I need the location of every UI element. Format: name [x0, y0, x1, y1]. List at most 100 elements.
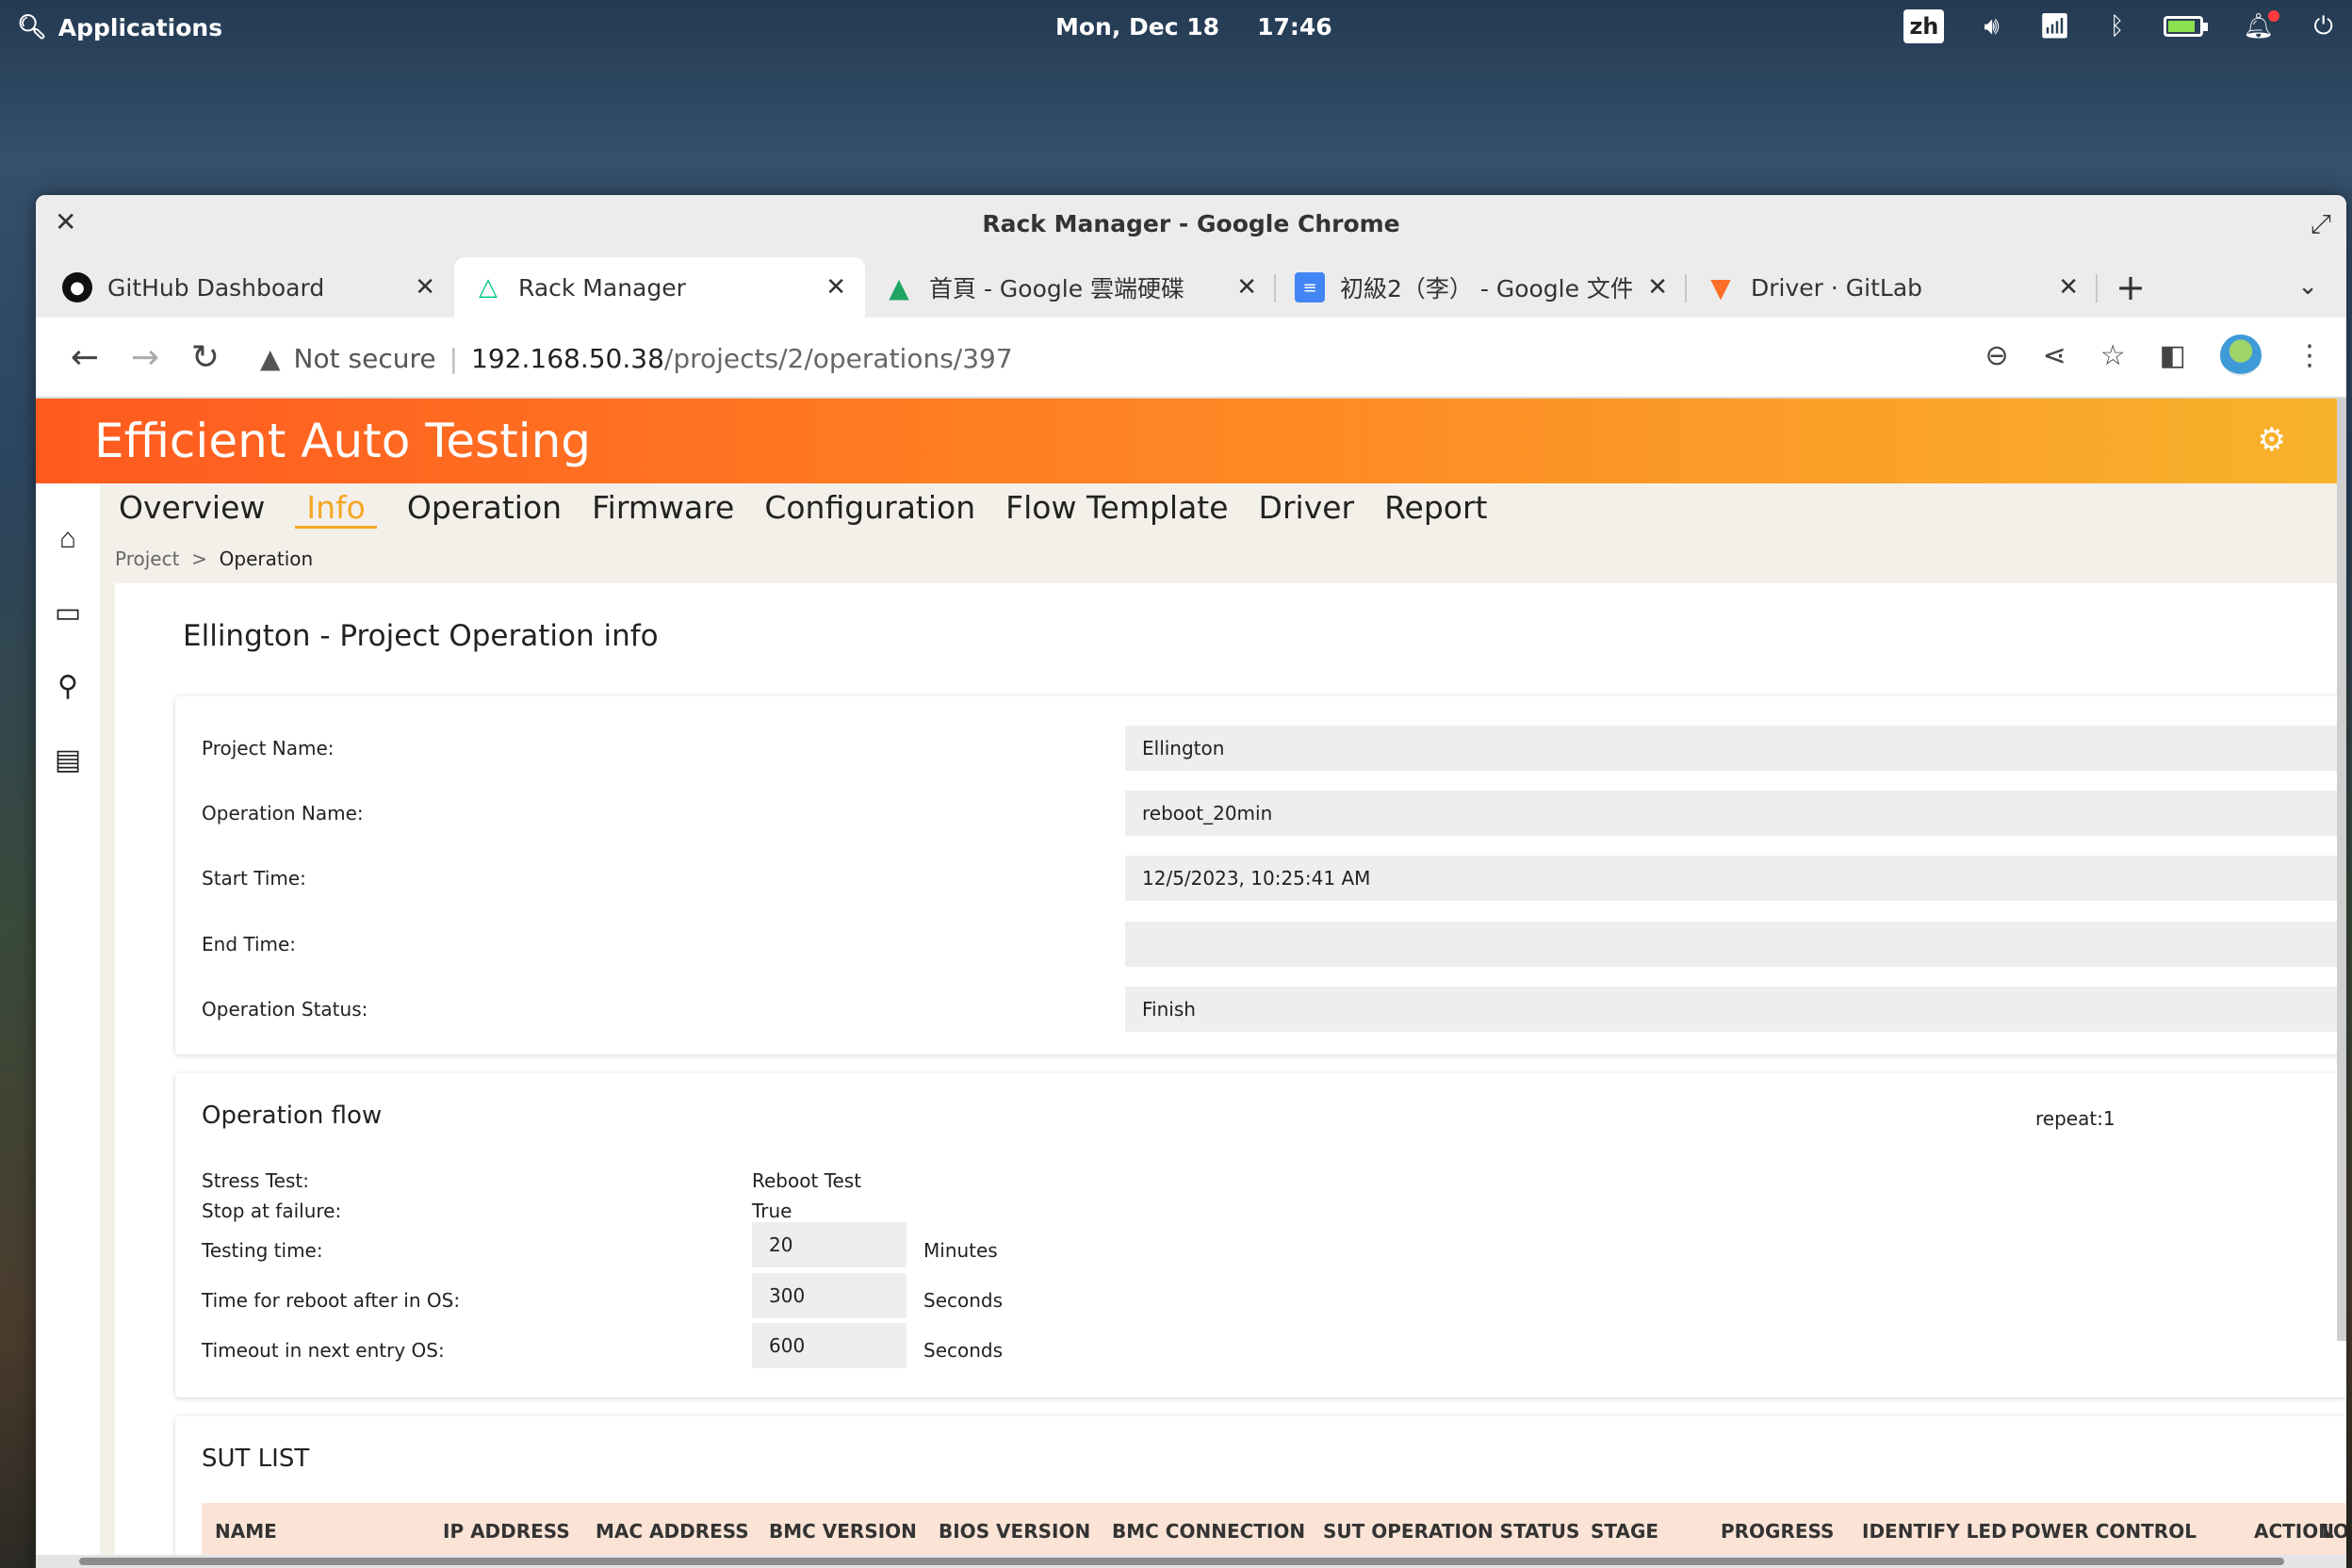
reboot-time-label: Time for reboot after in OS: [202, 1289, 461, 1312]
tab-close-icon[interactable]: ✕ [825, 273, 846, 302]
stress-test-value: Reboot Test [752, 1169, 862, 1192]
battery-icon[interactable] [2164, 16, 2209, 37]
column-header[interactable]: NAME [215, 1520, 277, 1543]
url-text[interactable]: 192.168.50.38/projects/2/operations/397 [471, 343, 1013, 374]
column-header[interactable]: MAC ADDRESS [596, 1520, 749, 1543]
search-icon[interactable]: ⚲ [36, 649, 100, 723]
column-header[interactable]: STAGE [1591, 1520, 1658, 1543]
forward-button[interactable]: → [115, 338, 175, 377]
menu-info[interactable]: Info [295, 489, 377, 529]
clock[interactable]: Mon, Dec 18 17:46 [1055, 13, 1332, 41]
tab-rack-manager[interactable]: △ Rack Manager ✕ [454, 257, 865, 318]
tab-google-docs[interactable]: ≡ 初級2（李） - Google 文件 ✕ [1276, 257, 1687, 318]
column-header[interactable]: BMC CONNECTION [1112, 1520, 1305, 1543]
clipboard-icon[interactable]: ▤ [36, 723, 100, 796]
breadcrumb-project[interactable]: Project [115, 547, 179, 570]
github-icon: ● [62, 272, 92, 302]
battery-fill [2168, 21, 2195, 32]
info-row-operation-name: Operation Name: reboot_20min [202, 790, 2346, 837]
applications-menu[interactable]: 🔍︎ Applications [17, 13, 222, 41]
info-label: End Time: [202, 933, 297, 956]
testing-time-label: Testing time: [202, 1239, 323, 1262]
reboot-time-unit: Seconds [923, 1289, 1004, 1312]
menu-configuration[interactable]: Configuration [764, 489, 975, 529]
menu-report[interactable]: Report [1384, 489, 1487, 529]
profile-avatar[interactable] [2220, 335, 2262, 376]
more-menu-icon[interactable]: ⋮ [2295, 339, 2324, 372]
info-row-operation-status: Operation Status: Finish [202, 986, 2346, 1033]
monitor-icon[interactable]: ▭ [36, 576, 100, 649]
toolbar-actions: ⊖ ⋖ ☆ ◧ ⋮ [1984, 335, 2324, 376]
app-header: Efficient Auto Testing ⚙ [36, 399, 2346, 483]
vertical-scrollbar[interactable] [2337, 399, 2346, 1341]
search-icon: 🔍︎ [17, 13, 47, 41]
start-time-field: 12/5/2023, 10:25:41 AM [1125, 856, 2346, 901]
tab-close-icon[interactable]: ✕ [415, 273, 435, 302]
bluetooth-icon[interactable]: ᛒ [2110, 12, 2125, 41]
tab-close-icon[interactable]: ✕ [1236, 273, 1257, 302]
app-brand-title[interactable]: Efficient Auto Testing [94, 414, 591, 468]
volume-icon[interactable]: 🔊︎ [1984, 12, 1999, 41]
bookmark-star-icon[interactable]: ☆ [2100, 339, 2126, 372]
menu-overview[interactable]: Overview [119, 489, 265, 529]
new-tab-button[interactable]: + [2098, 257, 2164, 318]
back-button[interactable]: ← [55, 338, 115, 377]
input-method-indicator[interactable]: zh [1903, 9, 1945, 43]
menu-firmware[interactable]: Firmware [592, 489, 734, 529]
repeat-count: repeat:1 [2035, 1107, 2115, 1130]
column-header[interactable]: BIOS VERSION [939, 1520, 1090, 1543]
menu-flow-template[interactable]: Flow Template [1005, 489, 1228, 529]
wifi-icon[interactable]: 📶︎ [2039, 12, 2070, 41]
reload-button[interactable]: ↻ [175, 338, 236, 377]
zoom-icon[interactable]: ⊖ [1984, 339, 2008, 372]
maximize-icon[interactable]: ⤢ [2311, 208, 2331, 240]
column-header[interactable]: LO [2322, 1520, 2346, 1543]
tab-close-icon[interactable]: ✕ [1647, 273, 1668, 302]
address-bar[interactable]: ▲ Not secure | 192.168.50.38/projects/2/… [260, 331, 2050, 385]
column-header[interactable]: SUT OPERATION STATUS [1323, 1520, 1579, 1543]
side-panel-icon[interactable]: ◧ [2160, 339, 2186, 372]
column-header[interactable]: PROGRESS [1721, 1520, 1834, 1543]
url-host: 192.168.50.38 [471, 342, 664, 374]
column-header[interactable]: IP ADDRESS [443, 1520, 570, 1543]
info-row-end-time: End Time: [202, 921, 2346, 968]
column-header[interactable]: BMC VERSION [769, 1520, 917, 1543]
reboot-time-field: 300 [752, 1273, 906, 1318]
info-row-project-name: Project Name: Ellington [202, 725, 2346, 772]
tab-title: 初級2（李） - Google 文件 [1340, 275, 1633, 302]
gitlab-icon: ▼ [1710, 271, 1731, 303]
applications-label: Applications [57, 13, 223, 41]
horizontal-scrollbar[interactable] [36, 1555, 2346, 1568]
share-icon[interactable]: ⋖ [2043, 339, 2066, 372]
stop-at-failure-value: True [752, 1200, 792, 1222]
tab-title: GitHub Dashboard [107, 273, 325, 302]
tab-title: Driver · GitLab [1751, 273, 1923, 302]
notification-bell-icon[interactable]: 🔔︎ [2243, 10, 2280, 41]
tab-google-drive[interactable]: ▲ 首頁 - Google 雲端硬碟 ✕ [865, 257, 1276, 318]
window-titlebar: ✕ Rack Manager - Google Chrome ⤢ [36, 195, 2346, 253]
power-icon[interactable]: ⏻ [2313, 12, 2333, 41]
home-icon[interactable]: ⌂ [36, 502, 100, 576]
end-time-field [1125, 922, 2346, 967]
menu-operation[interactable]: Operation [407, 489, 562, 529]
menu-driver[interactable]: Driver [1259, 489, 1355, 529]
settings-gear-icon[interactable]: ⚙ [2258, 421, 2286, 459]
column-header[interactable]: POWER CONTROL [2011, 1520, 2197, 1543]
tab-search-chevron-icon[interactable]: ⌄ [2297, 272, 2318, 301]
warning-icon[interactable]: ▲ [260, 343, 281, 374]
testing-time-unit: Minutes [923, 1239, 998, 1262]
breadcrumb-current: Operation [219, 547, 314, 570]
chrome-window: ✕ Rack Manager - Google Chrome ⤢ ● GitHu… [36, 195, 2346, 1568]
scrollbar-thumb[interactable] [79, 1558, 2284, 1565]
tab-close-icon[interactable]: ✕ [2058, 273, 2079, 302]
timeout-label: Timeout in next entry OS: [202, 1339, 445, 1362]
tab-github-dashboard[interactable]: ● GitHub Dashboard ✕ [43, 257, 454, 318]
window-title: Rack Manager - Google Chrome [982, 210, 1400, 237]
operation-name-field: reboot_20min [1125, 791, 2346, 836]
operation-flow-card: Operation flow repeat:1 Stress Test: Reb… [175, 1073, 2346, 1397]
project-name-field: Ellington [1125, 726, 2346, 771]
security-label[interactable]: Not secure [294, 343, 436, 374]
info-label: Operation Name: [202, 802, 364, 825]
tab-gitlab[interactable]: ▼ Driver · GitLab ✕ [1687, 257, 2098, 318]
column-header[interactable]: IDENTIFY LED [1862, 1520, 2007, 1543]
